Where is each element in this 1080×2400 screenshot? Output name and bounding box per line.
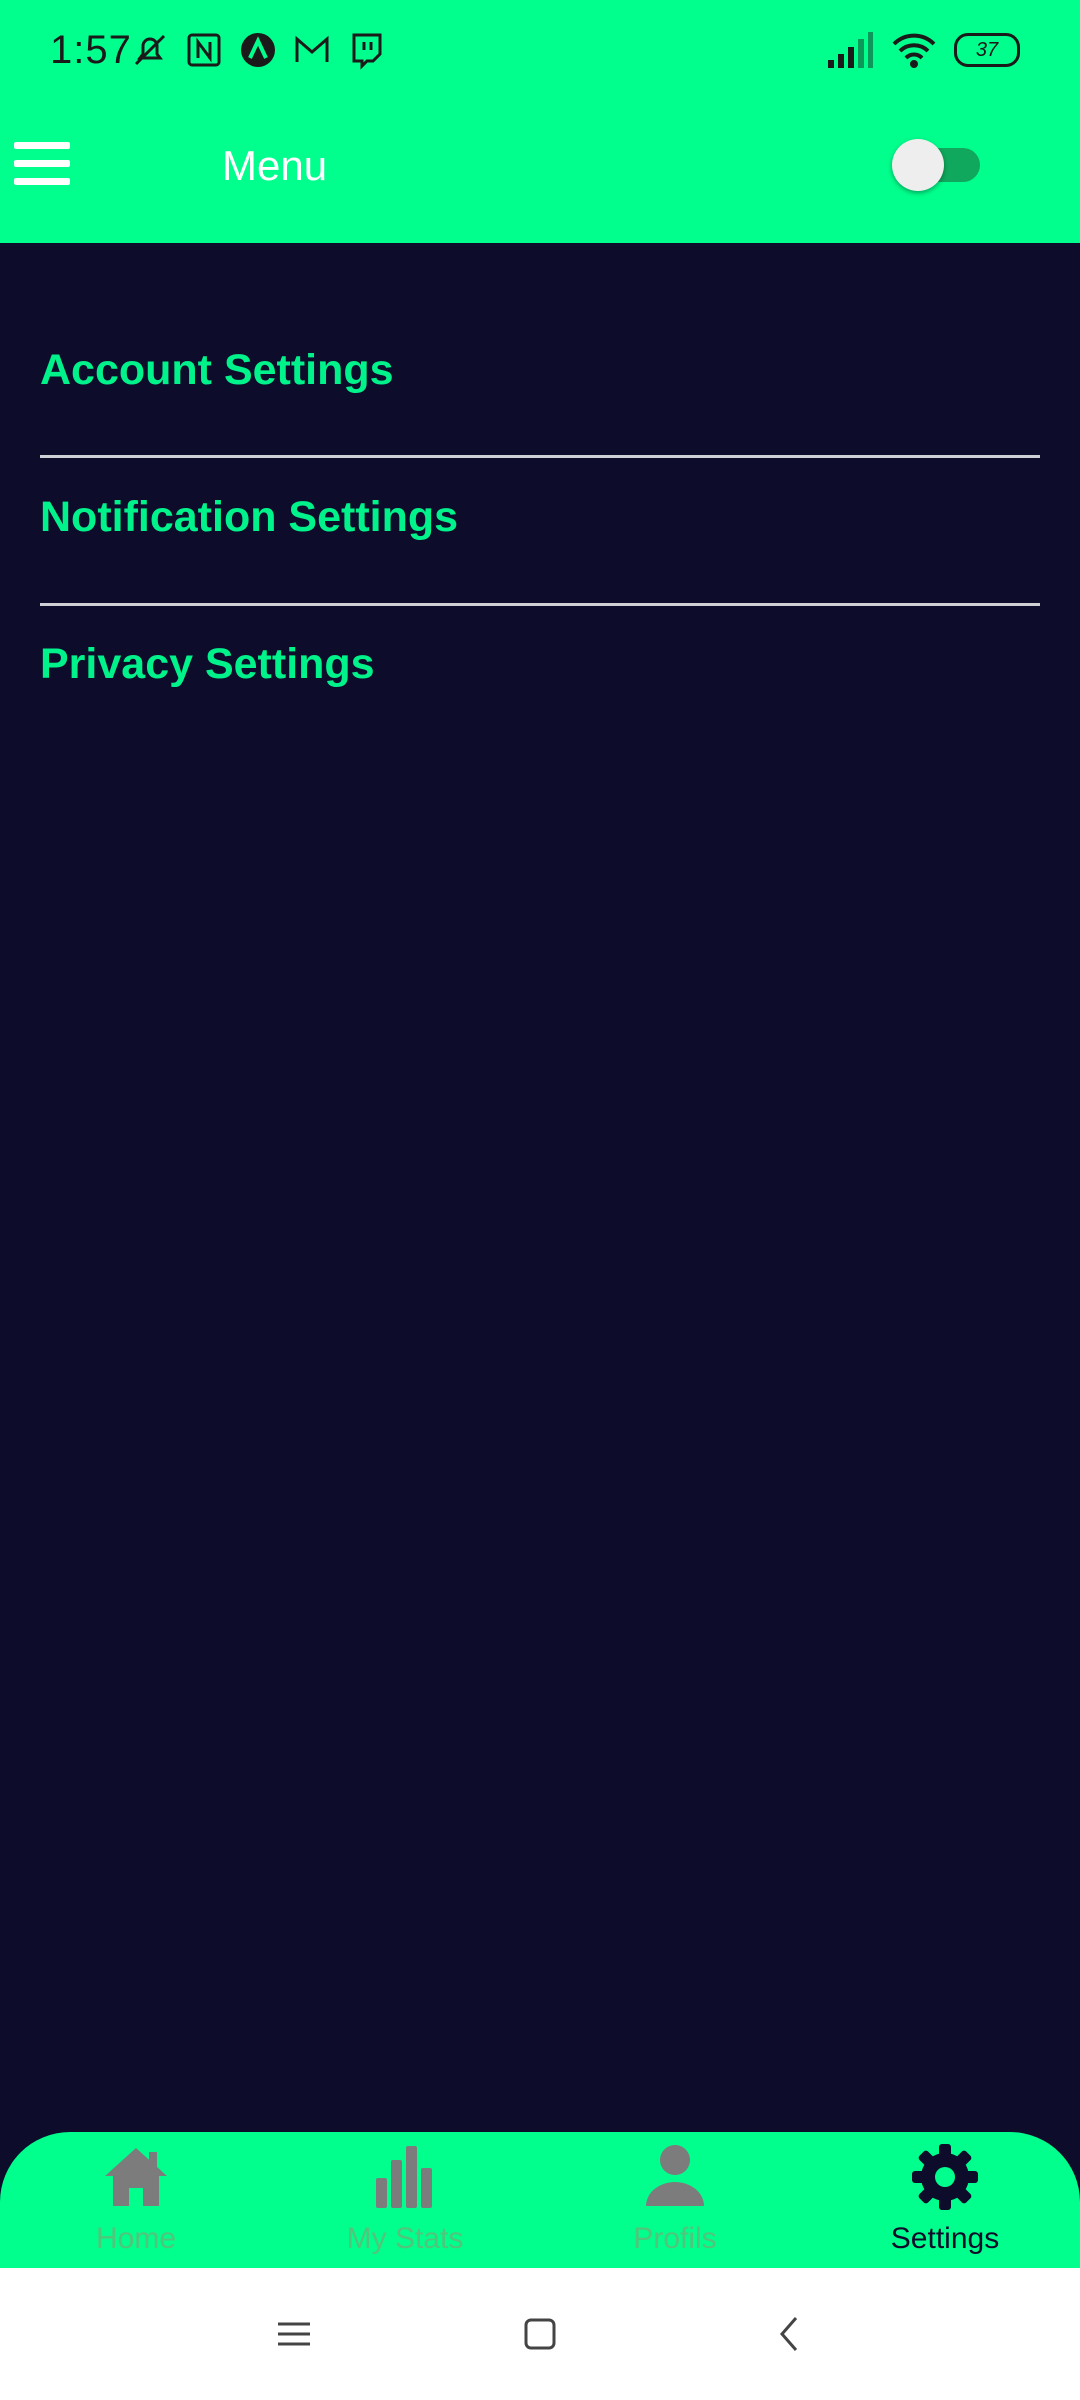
app-header: 1:57 37 Menu bbox=[0, 0, 1080, 243]
signal-icon bbox=[828, 32, 873, 68]
wifi-icon bbox=[892, 33, 936, 68]
muted-bell-icon bbox=[134, 34, 166, 66]
app-a-icon bbox=[241, 33, 275, 67]
nav-my-stats[interactable]: My Stats bbox=[305, 2142, 505, 2268]
nav-home-label: Home bbox=[95, 2222, 177, 2255]
nav-profils-label: Profils bbox=[633, 2222, 717, 2255]
gmail-icon bbox=[295, 35, 329, 62]
notification-settings-item[interactable]: Notification Settings bbox=[40, 493, 458, 542]
nav-my-stats-label: My Stats bbox=[346, 2222, 464, 2255]
status-icons-right: 37 bbox=[826, 30, 1020, 70]
twitch-icon bbox=[352, 33, 382, 70]
recents-icon[interactable] bbox=[272, 2312, 316, 2356]
gear-icon bbox=[912, 2144, 978, 2210]
nav-settings[interactable]: Settings bbox=[845, 2142, 1045, 2268]
hamburger-icon[interactable] bbox=[14, 142, 70, 192]
bottom-navigation: Home My Stats Profils Settings bbox=[0, 2132, 1080, 2268]
person-icon bbox=[646, 2145, 704, 2206]
nav-settings-label: Settings bbox=[890, 2222, 1000, 2255]
divider bbox=[40, 603, 1040, 606]
status-time: 1:57 bbox=[50, 28, 132, 72]
home-square-icon[interactable] bbox=[518, 2312, 562, 2356]
divider bbox=[40, 455, 1040, 458]
nav-home[interactable]: Home bbox=[36, 2142, 236, 2268]
page-title: Menu bbox=[222, 142, 328, 189]
home-icon bbox=[105, 2148, 167, 2206]
account-settings-item[interactable]: Account Settings bbox=[40, 346, 394, 395]
nfc-icon bbox=[187, 33, 221, 67]
battery-icon: 37 bbox=[954, 33, 1020, 67]
privacy-settings-item[interactable]: Privacy Settings bbox=[40, 640, 375, 689]
theme-toggle[interactable] bbox=[892, 139, 980, 191]
bar-chart-icon bbox=[376, 2146, 432, 2208]
status-icons-left bbox=[130, 30, 386, 70]
status-bar: 1:57 37 bbox=[0, 0, 1080, 105]
back-icon[interactable] bbox=[768, 2312, 812, 2356]
toggle-knob bbox=[892, 139, 944, 191]
nav-profils[interactable]: Profils bbox=[575, 2142, 775, 2268]
system-nav-bar bbox=[0, 2268, 1080, 2400]
